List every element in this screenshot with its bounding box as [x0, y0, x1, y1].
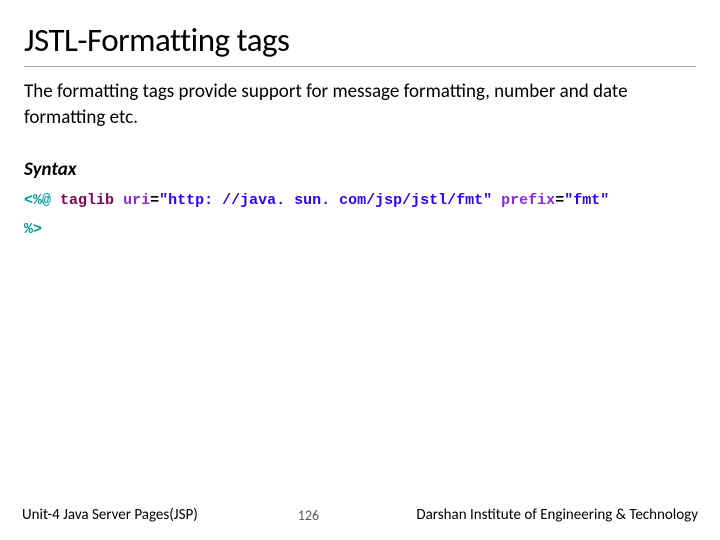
slide-title: JSTL-Formatting tags: [24, 20, 696, 67]
slide-footer: Unit-4 Java Server Pages(JSP) 126 Darsha…: [0, 506, 720, 524]
footer-institute: Darshan Institute of Engineering & Techn…: [416, 506, 698, 524]
slide: JSTL-Formatting tags The formatting tags…: [0, 0, 720, 540]
code-block: <%@ taglib uri="http: //java. sun. com/j…: [24, 187, 696, 244]
code-taglib-keyword: taglib: [60, 192, 114, 209]
code-prefix-value: "fmt": [564, 192, 609, 209]
slide-description: The formatting tags provide support for …: [24, 79, 696, 130]
code-prefix-attr: prefix: [501, 192, 555, 209]
code-uri-attr: uri: [123, 192, 150, 209]
code-equals-2: =: [555, 192, 564, 209]
code-close-delimiter: %>: [24, 221, 42, 238]
footer-page: 126: [298, 507, 319, 524]
footer-unit: Unit-4 Java Server Pages(JSP): [22, 506, 198, 524]
code-open-delimiter: <%@: [24, 192, 51, 209]
syntax-heading: Syntax: [24, 158, 696, 181]
code-equals-1: =: [150, 192, 159, 209]
code-uri-value: "http: //java. sun. com/jsp/jstl/fmt": [159, 192, 492, 209]
